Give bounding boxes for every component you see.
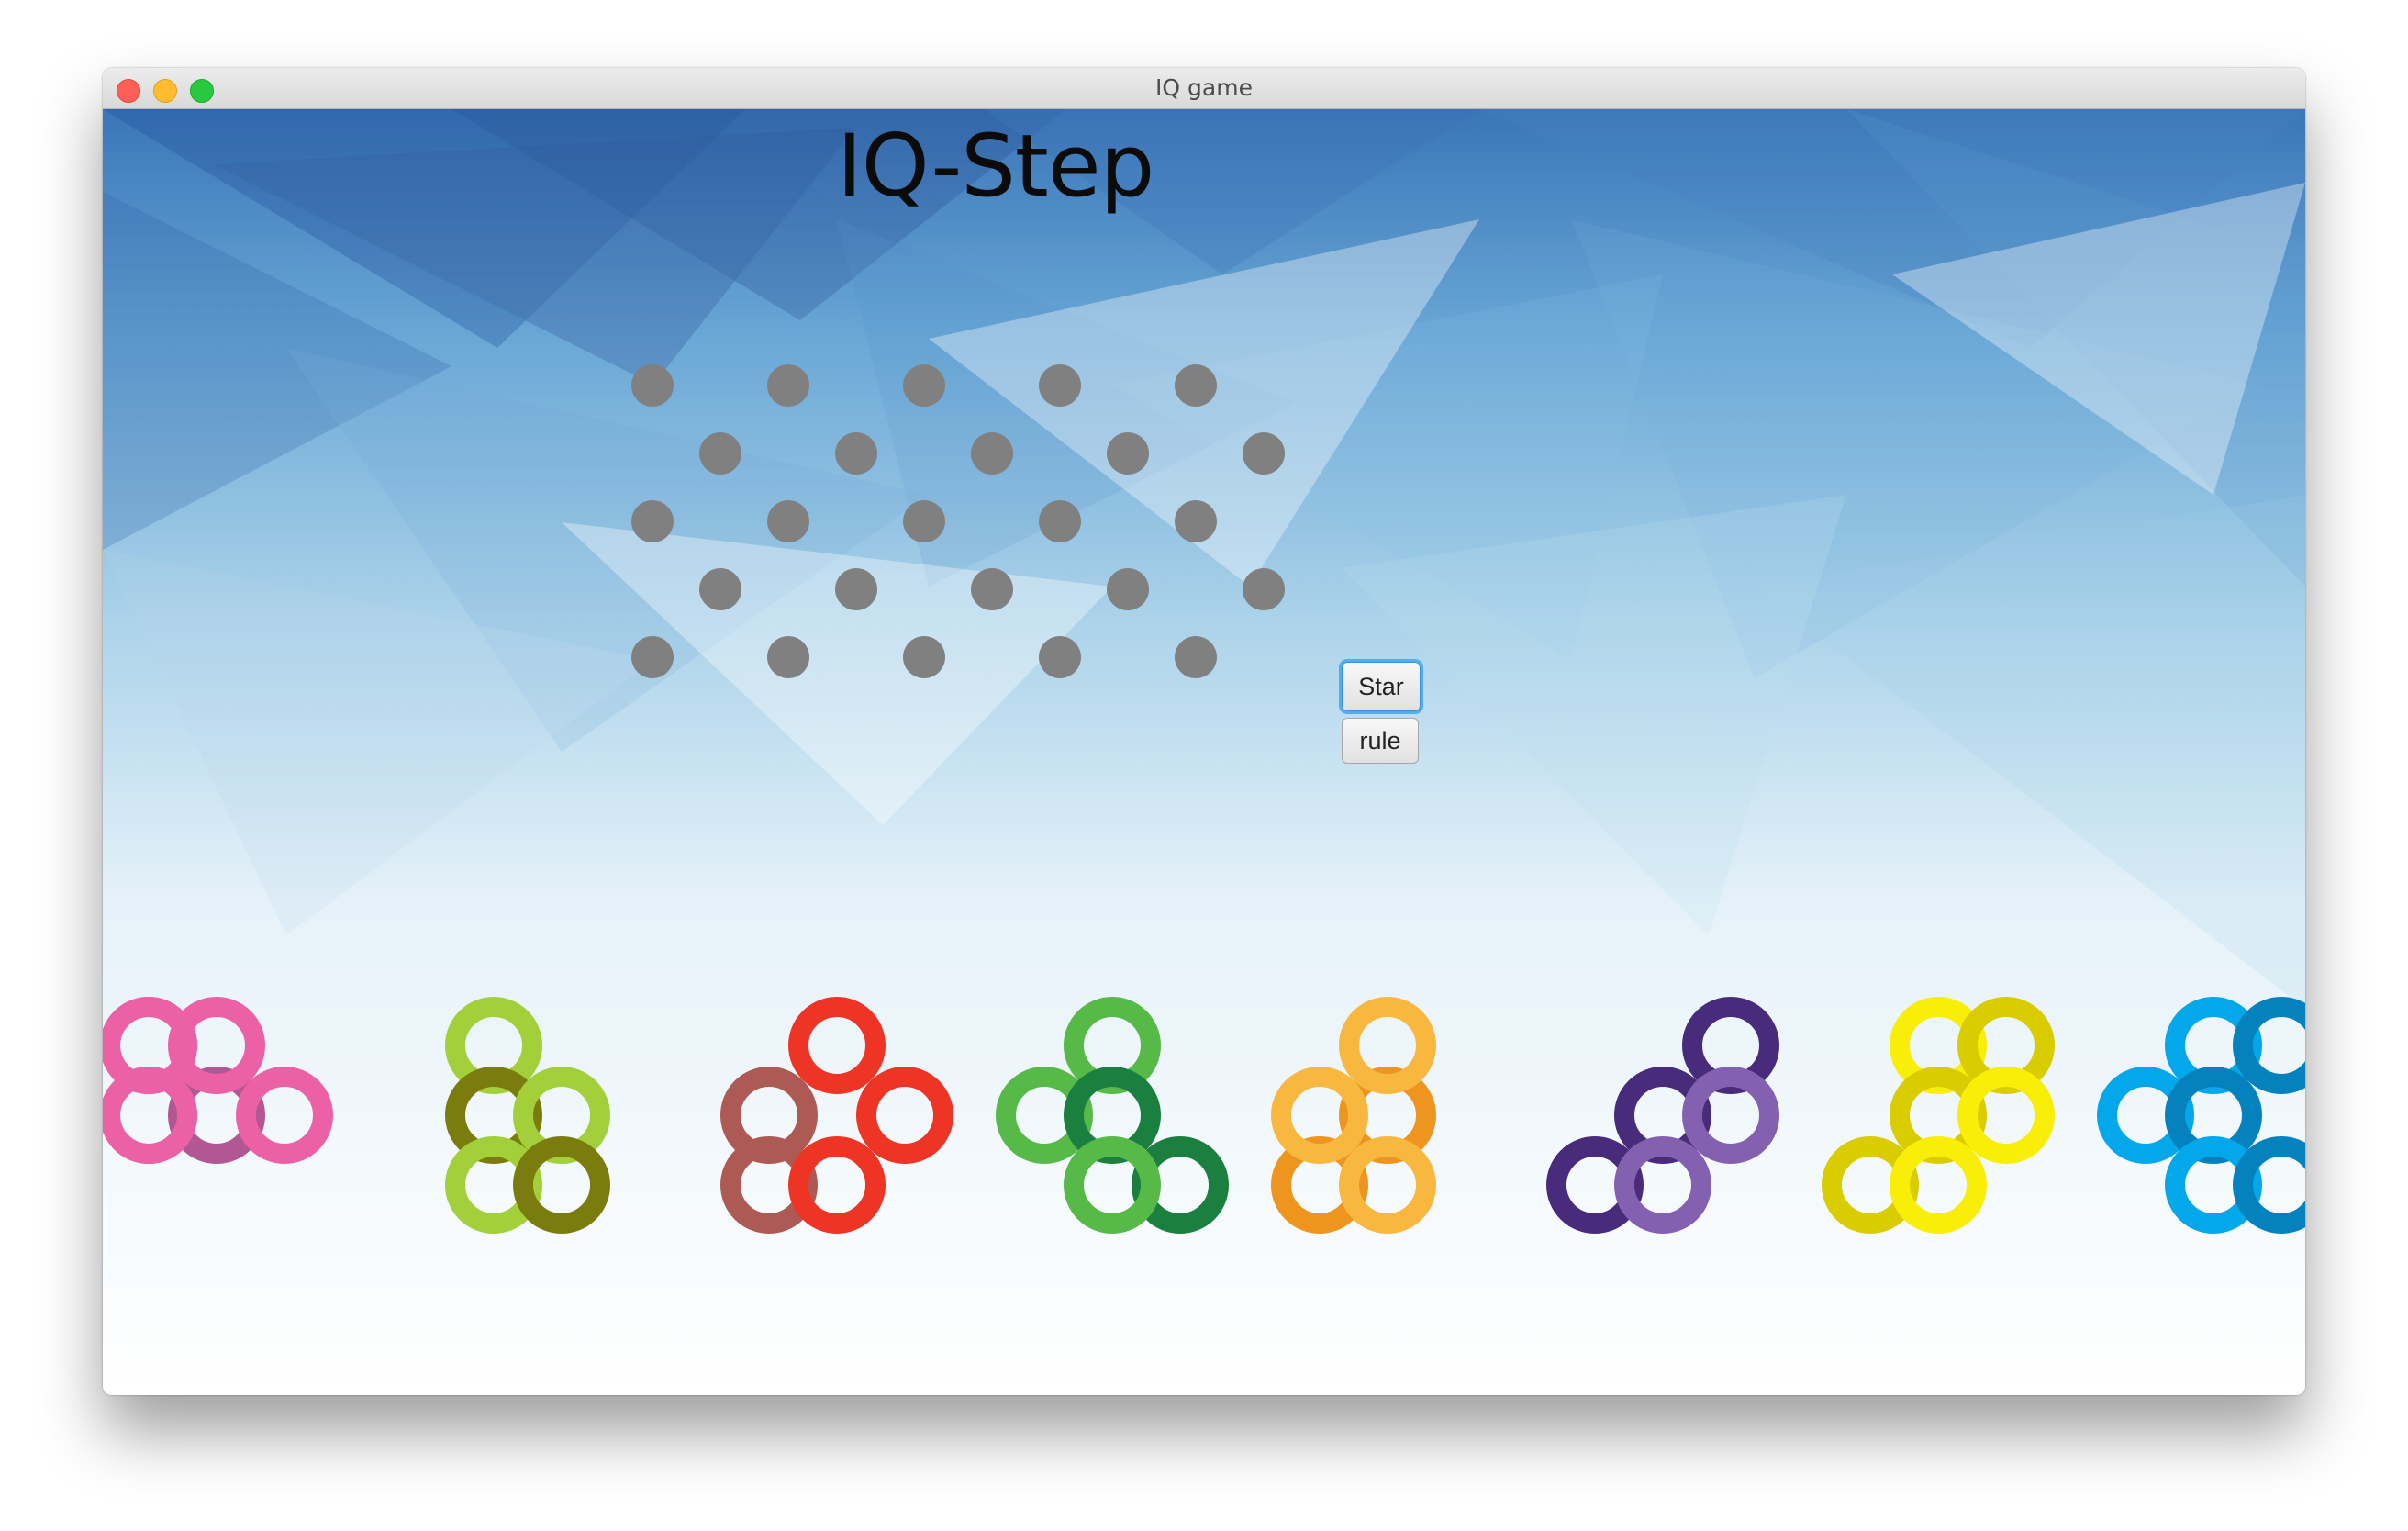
piece-h[interactable] (2097, 997, 2305, 1234)
pieces-tray (103, 997, 2305, 1234)
piece-d[interactable] (996, 997, 1229, 1234)
title-bar: IQ game (103, 68, 2305, 109)
game-window: IQ game IQ-Step Star rule (103, 68, 2305, 1395)
piece-ring (788, 997, 886, 1094)
window-title: IQ game (1155, 74, 1253, 101)
piece-g[interactable] (1822, 997, 2055, 1234)
piece-b[interactable] (445, 997, 610, 1234)
piece-c[interactable] (720, 997, 953, 1234)
game-area: IQ-Step Star rule (103, 109, 2305, 1395)
piece-f[interactable] (1546, 997, 1779, 1234)
piece-e[interactable] (1271, 997, 1436, 1234)
piece-a[interactable] (103, 997, 333, 1164)
piece-ring (2233, 997, 2305, 1094)
piece-ring (856, 1067, 953, 1164)
piece-ring (2233, 1136, 2305, 1234)
